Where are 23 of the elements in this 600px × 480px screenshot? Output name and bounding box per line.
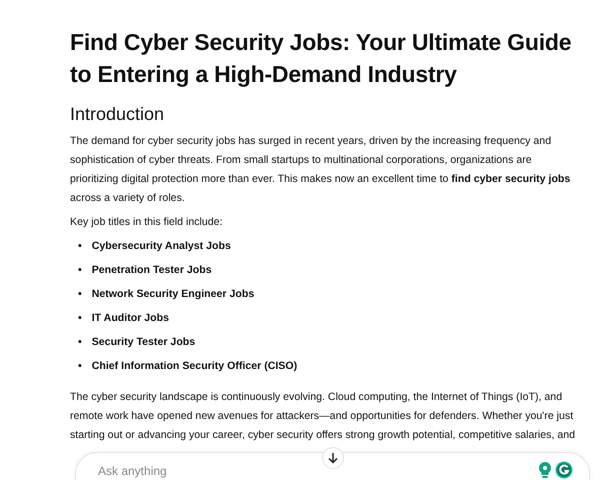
- list-intro: Key job titles in this field include:: [70, 215, 224, 230]
- bullet: •: [78, 311, 82, 325]
- lightbulb-icon[interactable]: [537, 461, 553, 479]
- job-title-item: Security Tester Jobs: [92, 335, 196, 349]
- grammar-icon[interactable]: [555, 461, 573, 479]
- scroll-down-button[interactable]: [322, 447, 344, 469]
- closing-paragraph: The cyber security landscape is continuously evolving. Cloud computing, the Internet of Things (IoT), and remote work have opened new avenues for attackers—and opportunities for defenders. Whether you're just starting out or advancing your career, cyber security offers strong growth potential, competitive salaries, and: [70, 390, 576, 443]
- bullet: •: [78, 335, 82, 349]
- job-title-item: Chief Information Security Officer (CISO): [92, 359, 298, 373]
- bullet: •: [78, 239, 82, 253]
- job-title-item: Cybersecurity Analyst Jobs: [92, 239, 231, 253]
- arrow-down-icon: [328, 452, 338, 464]
- section-heading: Introduction: [70, 103, 166, 126]
- intro-paragraph: The demand for cyber security jobs has surged in recent years, driven by the increasing frequency and sophistication of cyber threats. From small startups to multinational corporations, organizations are prioritizing digital protection more than ever. This makes now an excellent time to find cyber security jobs across a variety of roles.: [70, 134, 572, 206]
- bullet: •: [78, 359, 82, 373]
- job-title-item: IT Auditor Jobs: [92, 311, 170, 325]
- bullet: •: [78, 263, 82, 277]
- bullet: •: [78, 287, 82, 301]
- job-title-item: Network Security Engineer Jobs: [92, 287, 254, 301]
- job-title-item: Penetration Tester Jobs: [92, 263, 212, 277]
- chat-input-bar[interactable]: Ask anything: [75, 452, 590, 480]
- chat-input[interactable]: Ask anything: [96, 453, 537, 480]
- article-title: Find Cyber Security Jobs: Your Ultimate Guide to Entering a High-Demand Industry: [70, 28, 572, 89]
